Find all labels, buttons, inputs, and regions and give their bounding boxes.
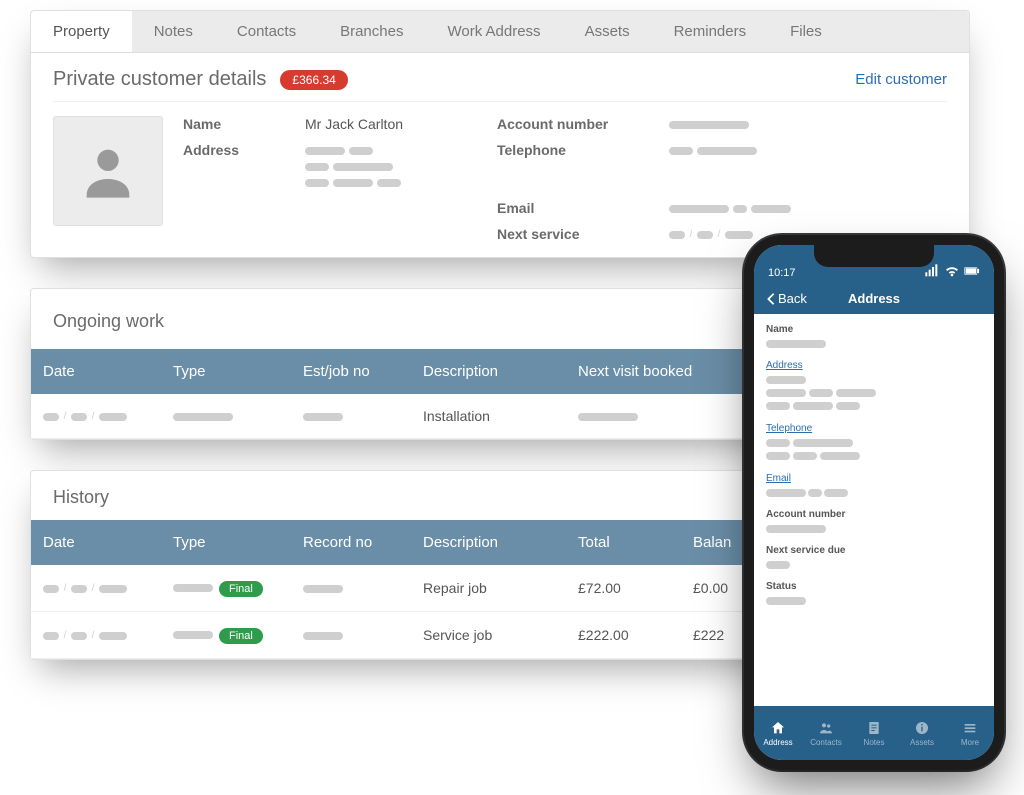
tabbar-notes[interactable]: Notes: [850, 706, 898, 760]
tabbar-more[interactable]: More: [946, 706, 994, 760]
m-link-telephone[interactable]: Telephone: [766, 423, 982, 434]
col-estjob[interactable]: Est/job no: [291, 349, 411, 394]
tab-bar: Address Contacts Notes Assets More: [754, 706, 994, 760]
col-date[interactable]: Date: [31, 349, 161, 394]
label-address: Address: [183, 142, 273, 158]
status-time: 10:17: [768, 267, 796, 279]
wifi-icon: [944, 263, 960, 279]
tab-work-address[interactable]: Work Address: [425, 11, 562, 52]
phone-content[interactable]: Name Address Telephone Email Account num…: [754, 314, 994, 706]
tab-notes[interactable]: Notes: [132, 11, 215, 52]
value-account: [669, 116, 849, 132]
m-label-status: Status: [766, 581, 982, 592]
value-email: [669, 200, 849, 216]
contacts-icon: [818, 720, 834, 736]
tab-contacts[interactable]: Contacts: [215, 11, 318, 52]
label-email: Email: [497, 200, 637, 216]
menu-icon: [962, 720, 978, 736]
tab-branches[interactable]: Branches: [318, 11, 425, 52]
label-name: Name: [183, 116, 273, 132]
page-title: Private customer details: [53, 68, 266, 91]
history-heading: History: [53, 487, 109, 508]
m-label-name: Name: [766, 324, 982, 335]
mobile-preview: 10:17 Back Address Name Address Telephon…: [744, 235, 1004, 770]
back-button[interactable]: Back: [766, 291, 807, 306]
tabbar-address[interactable]: Address: [754, 706, 802, 760]
row-total: £72.00: [566, 566, 681, 610]
tab-reminders[interactable]: Reminders: [652, 11, 769, 52]
edit-customer-link[interactable]: Edit customer: [855, 71, 947, 88]
m-link-address[interactable]: Address: [766, 360, 982, 371]
chevron-left-icon: [766, 292, 776, 306]
label-telephone: Telephone: [497, 142, 637, 158]
tabbar-contacts[interactable]: Contacts: [802, 706, 850, 760]
value-address: [305, 142, 465, 190]
tab-property[interactable]: Property: [31, 11, 132, 52]
col-desc[interactable]: Description: [411, 349, 566, 394]
m-link-email[interactable]: Email: [766, 473, 982, 484]
navbar: Back Address: [754, 283, 994, 314]
col-next-visit[interactable]: Next visit booked: [566, 349, 736, 394]
tabs: Property Notes Contacts Branches Work Ad…: [31, 11, 969, 53]
col-desc[interactable]: Description: [411, 520, 566, 565]
battery-icon: [964, 263, 980, 279]
row-desc: Installation: [411, 394, 566, 438]
value-telephone: [669, 142, 849, 158]
m-label-account: Account number: [766, 509, 982, 520]
col-record[interactable]: Record no: [291, 520, 411, 565]
label-account: Account number: [497, 116, 637, 132]
row-total: £222.00: [566, 613, 681, 657]
back-label: Back: [778, 291, 807, 306]
nav-title: Address: [848, 291, 900, 306]
avatar: [53, 116, 163, 226]
col-date[interactable]: Date: [31, 520, 161, 565]
col-type[interactable]: Type: [161, 349, 291, 394]
row-desc: Repair job: [411, 566, 566, 610]
tabbar-assets[interactable]: Assets: [898, 706, 946, 760]
col-type[interactable]: Type: [161, 520, 291, 565]
phone-notch: [814, 245, 934, 267]
status-badge: Final: [219, 581, 263, 597]
row-desc: Service job: [411, 613, 566, 657]
tab-assets[interactable]: Assets: [563, 11, 652, 52]
person-icon: [76, 139, 140, 203]
status-badge: Final: [219, 628, 263, 644]
notes-icon: [866, 720, 882, 736]
home-icon: [770, 720, 786, 736]
balance-badge: £366.34: [280, 70, 347, 90]
m-label-next-service: Next service due: [766, 545, 982, 556]
info-icon: [914, 720, 930, 736]
ongoing-heading: Ongoing work: [53, 311, 164, 332]
customer-panel: Property Notes Contacts Branches Work Ad…: [30, 10, 970, 258]
label-next-service: Next service: [497, 226, 637, 242]
tab-files[interactable]: Files: [768, 11, 844, 52]
col-total[interactable]: Total: [566, 520, 681, 565]
value-name: Mr Jack Carlton: [305, 116, 465, 132]
